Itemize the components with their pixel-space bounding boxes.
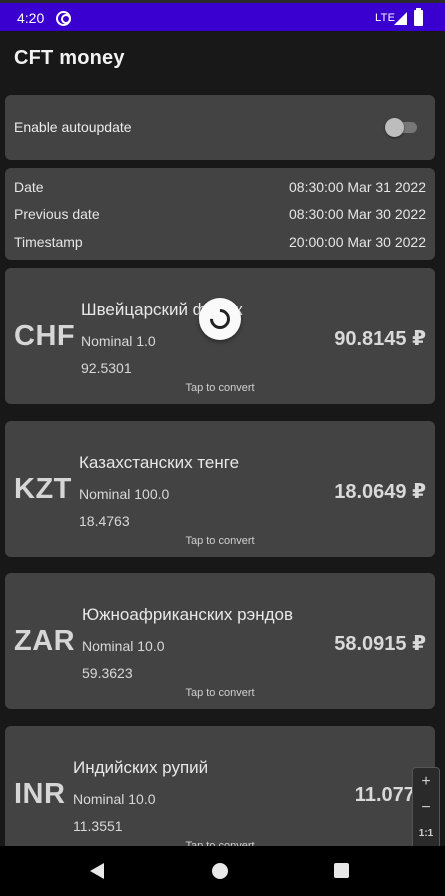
zoom-reset-button[interactable]: 1:1 xyxy=(413,822,439,846)
zoom-out-button[interactable]: − xyxy=(413,796,439,820)
currency-name: Южноафриканских рэндов xyxy=(82,605,294,624)
previous-date-value: 08:30:00 Mar 30 2022 xyxy=(289,206,426,222)
tap-to-convert-hint: Tap to convert xyxy=(185,687,255,699)
status-time: 4:20 xyxy=(17,10,45,26)
home-icon[interactable] xyxy=(212,863,228,879)
currency-value: 90.8145 ₽ xyxy=(334,328,426,350)
currency-code: INR xyxy=(14,778,66,810)
toggle-thumb xyxy=(385,118,404,137)
autoupdate-card: Enable autoupdate xyxy=(5,95,435,160)
back-icon[interactable] xyxy=(90,863,104,879)
timestamp-row: Timestamp 20:00:00 Mar 30 2022 xyxy=(14,234,426,252)
currency-name: Индийских рупий xyxy=(73,758,209,777)
currency-nominal: Nominal 10.0 xyxy=(82,638,165,654)
network-type: LTE xyxy=(375,12,396,24)
currency-nominal: Nominal 100.0 xyxy=(79,486,170,502)
currency-code: KZT xyxy=(14,473,72,505)
currency-code: ZAR xyxy=(14,625,76,657)
app-title: CFT money xyxy=(14,47,125,69)
currency-value: 58.0915 ₽ xyxy=(334,633,426,655)
currency-nominal: Nominal 1.0 xyxy=(81,333,156,349)
timestamp-label: Timestamp xyxy=(14,234,83,250)
currency-card-zar[interactable]: ZAR Южноафриканских рэндов Nominal 10.0 … xyxy=(5,573,435,709)
currency-previous-value: 92.5301 xyxy=(81,360,132,376)
previous-date-label: Previous date xyxy=(14,206,100,222)
currency-nominal: Nominal 10.0 xyxy=(73,791,156,807)
currency-previous-value: 18.4763 xyxy=(79,513,130,529)
battery-icon xyxy=(414,8,423,26)
loading-spinner-icon xyxy=(199,298,241,340)
currency-card-kzt[interactable]: KZT Казахстанских тенге Nominal 100.0 18… xyxy=(5,421,435,557)
currency-code: CHF xyxy=(14,320,76,352)
zoom-in-button[interactable]: + xyxy=(413,770,439,794)
date-label: Date xyxy=(14,179,44,195)
currency-previous-value: 59.3623 xyxy=(82,665,133,681)
tap-to-convert-hint: Tap to convert xyxy=(185,382,255,394)
currency-previous-value: 11.3551 xyxy=(73,818,123,834)
previous-date-row: Previous date 08:30:00 Mar 30 2022 xyxy=(14,206,426,224)
timestamp-value: 20:00:00 Mar 30 2022 xyxy=(289,234,426,250)
recents-icon[interactable] xyxy=(334,863,349,878)
status-bar: 4:20 LTE xyxy=(0,0,445,31)
date-value: 08:30:00 Mar 31 2022 xyxy=(289,179,426,195)
do-not-disturb-icon xyxy=(56,11,71,26)
currency-name: Казахстанских тенге xyxy=(79,453,240,472)
dates-card: Date 08:30:00 Mar 31 2022 Previous date … xyxy=(5,168,435,260)
navigation-bar xyxy=(0,846,445,896)
autoupdate-label: Enable autoupdate xyxy=(14,119,132,135)
signal-icon xyxy=(394,12,407,25)
currency-card-inr[interactable]: INR Индийских рупий Nominal 10.0 11.3551… xyxy=(5,726,435,862)
currency-value: 18.0649 ₽ xyxy=(334,481,426,503)
tap-to-convert-hint: Tap to convert xyxy=(185,535,255,547)
date-row: Date 08:30:00 Mar 31 2022 xyxy=(14,179,426,197)
app-bar: CFT money xyxy=(0,31,445,89)
autoupdate-toggle[interactable] xyxy=(385,118,419,137)
